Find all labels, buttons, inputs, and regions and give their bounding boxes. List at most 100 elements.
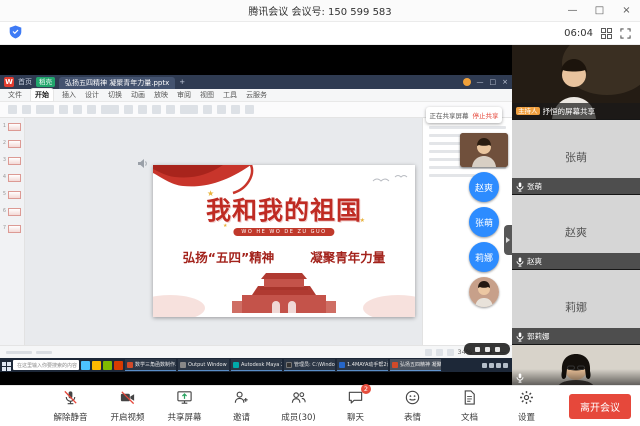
ribbon-tab: 插入 bbox=[62, 91, 76, 99]
ribbon-tab: 审阅 bbox=[177, 91, 191, 99]
members-icon bbox=[290, 389, 307, 410]
shared-screen-view[interactable]: W 首页 稻壳 弘扬五四精神 凝聚青年力量.pptx + — □ × 文件 开始… bbox=[0, 45, 512, 385]
start-video-button[interactable]: 开启视频 bbox=[99, 389, 156, 423]
meeting-window: 腾讯会议 会议号: 150 599 583 — □ × 06:04 W 首页 稻… bbox=[0, 0, 640, 426]
mic-icon bbox=[516, 177, 524, 195]
participant-tile[interactable]: 张萌 张萌 bbox=[512, 120, 640, 194]
ribbon-tab: 云服务 bbox=[246, 91, 267, 99]
slide-thumbnail: 1 bbox=[3, 123, 22, 131]
presentation-slide: ★ ★ ★ 我和我的祖国 WO HE WO DE ZU GUO 弘扬“五四”精神… bbox=[153, 165, 415, 317]
titlebar: 腾讯会议 会议号: 150 599 583 — □ × bbox=[0, 0, 640, 22]
floating-avatar: 赵爽 bbox=[469, 172, 499, 202]
share-status-popup: 正在共享屏幕 停止共享 bbox=[426, 107, 502, 123]
participant-tile-host[interactable]: 主持人 抒恒的屏幕共享 bbox=[512, 45, 640, 119]
chat-button[interactable]: 2 聊天 bbox=[327, 384, 384, 423]
maximize-button[interactable]: □ bbox=[586, 0, 613, 21]
leave-meeting-button[interactable]: 离开会议 bbox=[569, 394, 631, 419]
wps-account-avatar bbox=[462, 78, 471, 86]
mic-icon bbox=[516, 327, 524, 345]
docs-button[interactable]: 文档 bbox=[441, 389, 498, 423]
participant-tile[interactable] bbox=[512, 345, 640, 385]
wps-document-tab: 弘扬五四精神 凝聚青年力量.pptx bbox=[59, 77, 176, 89]
taskbar-system-tray bbox=[482, 362, 510, 368]
slide-thumbnail: 6 bbox=[3, 208, 22, 216]
members-button[interactable]: 成员(30) bbox=[270, 389, 327, 423]
taskbar-task: 1.4MAYA动手帮2设置.d... bbox=[337, 359, 388, 371]
unmute-button[interactable]: 解除静音 bbox=[42, 389, 99, 423]
slide-title: 我和我的祖国 bbox=[205, 196, 362, 225]
taskbar-app-icon bbox=[92, 360, 101, 370]
meeting-status-bar: 06:04 bbox=[0, 22, 640, 45]
wps-ribbon-tabs: 文件 开始 插入 设计 切换 动画 放映 审阅 视图 工具 云服务 bbox=[0, 89, 512, 102]
chat-unread-badge: 2 bbox=[361, 384, 371, 394]
taskbar-app-icon bbox=[81, 360, 90, 370]
layout-switch-icon[interactable] bbox=[601, 24, 612, 43]
slogan-left: 弘扬“五四”精神 bbox=[182, 250, 275, 265]
taskbar-task: Autodesk Maya 2018 bbox=[231, 359, 282, 371]
floating-avatar: 张萌 bbox=[469, 207, 499, 237]
participant-display-name: 莉娜 bbox=[565, 301, 587, 314]
settings-button[interactable]: 设置 bbox=[498, 389, 555, 423]
taskbar-search-text: 在这里输入你要搜索的内容 bbox=[17, 362, 78, 369]
slide-thumbnail: 5 bbox=[3, 191, 22, 199]
wps-home-tab: 首页 bbox=[18, 78, 32, 86]
close-button[interactable]: × bbox=[613, 0, 640, 21]
wps-slide-canvas: ★ ★ ★ 我和我的祖国 WO HE WO DE ZU GUO 弘扬“五四”精神… bbox=[25, 118, 422, 345]
wps-close-icon: × bbox=[502, 77, 508, 86]
participant-name-strip: 主持人 抒恒的屏幕共享 bbox=[512, 103, 640, 119]
ribbon-tab-active: 开始 bbox=[31, 89, 53, 101]
taskbar-app-icon bbox=[114, 360, 123, 370]
wps-status-bar: 34% bbox=[0, 345, 512, 358]
share-status-text: 正在共享屏幕 bbox=[429, 112, 469, 120]
floating-member-panel: 赵爽 张萌 莉娜 bbox=[458, 133, 510, 307]
wps-logo: W bbox=[4, 77, 14, 87]
tiananmen-illustration bbox=[214, 271, 354, 317]
slide-thumbnail: 4 bbox=[3, 174, 22, 182]
invite-icon bbox=[233, 389, 250, 410]
sidebar-collapse-handle[interactable] bbox=[504, 225, 512, 255]
participant-name: 张萌 bbox=[527, 181, 542, 191]
gear-icon bbox=[518, 389, 535, 410]
window-controls: — □ × bbox=[559, 0, 640, 22]
taskbar-task: Output Window bbox=[178, 359, 229, 371]
cloud-decoration bbox=[363, 295, 415, 317]
share-screen-icon bbox=[176, 389, 193, 410]
document-icon bbox=[461, 389, 478, 410]
wps-maximize-icon: □ bbox=[489, 77, 497, 86]
participant-display-name: 赵爽 bbox=[565, 226, 587, 239]
participant-tile[interactable]: 莉娜 郭莉娜 bbox=[512, 270, 640, 344]
floating-avatar-photo bbox=[469, 277, 499, 307]
minimize-button[interactable]: — bbox=[559, 0, 586, 21]
slide-slogans: 弘扬“五四”精神 凝聚青年力量 bbox=[153, 247, 415, 266]
invite-button[interactable]: 邀请 bbox=[213, 389, 270, 423]
fullscreen-icon[interactable] bbox=[620, 24, 631, 43]
mic-icon bbox=[516, 368, 524, 386]
meeting-duration: 06:04 bbox=[564, 27, 593, 39]
camera-off-icon bbox=[119, 389, 136, 410]
mic-icon bbox=[516, 252, 524, 270]
taskbar-task: 数学三角函数制作... bbox=[125, 359, 176, 371]
participant-name-strip: 郭莉娜 bbox=[512, 328, 640, 344]
slide-thumbnail: 7 bbox=[3, 225, 22, 233]
shared-windows-taskbar: 在这里输入你要搜索的内容 数学三角函数制作... Output Window A… bbox=[0, 358, 512, 372]
security-shield-icon[interactable] bbox=[9, 24, 22, 43]
ribbon-tab: 文件 bbox=[8, 91, 22, 99]
participant-name-strip: 赵爽 bbox=[512, 253, 640, 269]
birds-decoration bbox=[371, 173, 411, 193]
emoji-button[interactable]: 表情 bbox=[384, 389, 441, 423]
floating-avatar: 莉娜 bbox=[469, 242, 499, 272]
participant-name: 抒恒的屏幕共享 bbox=[542, 106, 596, 116]
participant-display-name: 张萌 bbox=[565, 151, 587, 164]
slogan-right: 凝聚青年力量 bbox=[310, 250, 386, 265]
ribbon-tab: 视图 bbox=[200, 91, 214, 99]
stop-share-label: 停止共享 bbox=[472, 112, 499, 120]
participant-tile[interactable]: 赵爽 赵爽 bbox=[512, 195, 640, 269]
floating-video-thumbnail bbox=[460, 133, 508, 167]
wps-titlebar: W 首页 稻壳 弘扬五四精神 凝聚青年力量.pptx + — □ × bbox=[0, 75, 512, 89]
meeting-toolbar: 解除静音 开启视频 共享屏幕 邀请 成员(30) 2 聊天 表情 文档 设置 离… bbox=[0, 384, 640, 426]
taskbar-search-box: 在这里输入你要搜索的内容 bbox=[13, 360, 79, 370]
ribbon-tab: 切换 bbox=[108, 91, 122, 99]
mic-muted-icon bbox=[62, 389, 79, 410]
wps-new-tab-button: + bbox=[179, 78, 186, 86]
share-screen-button[interactable]: 共享屏幕 bbox=[156, 389, 213, 423]
